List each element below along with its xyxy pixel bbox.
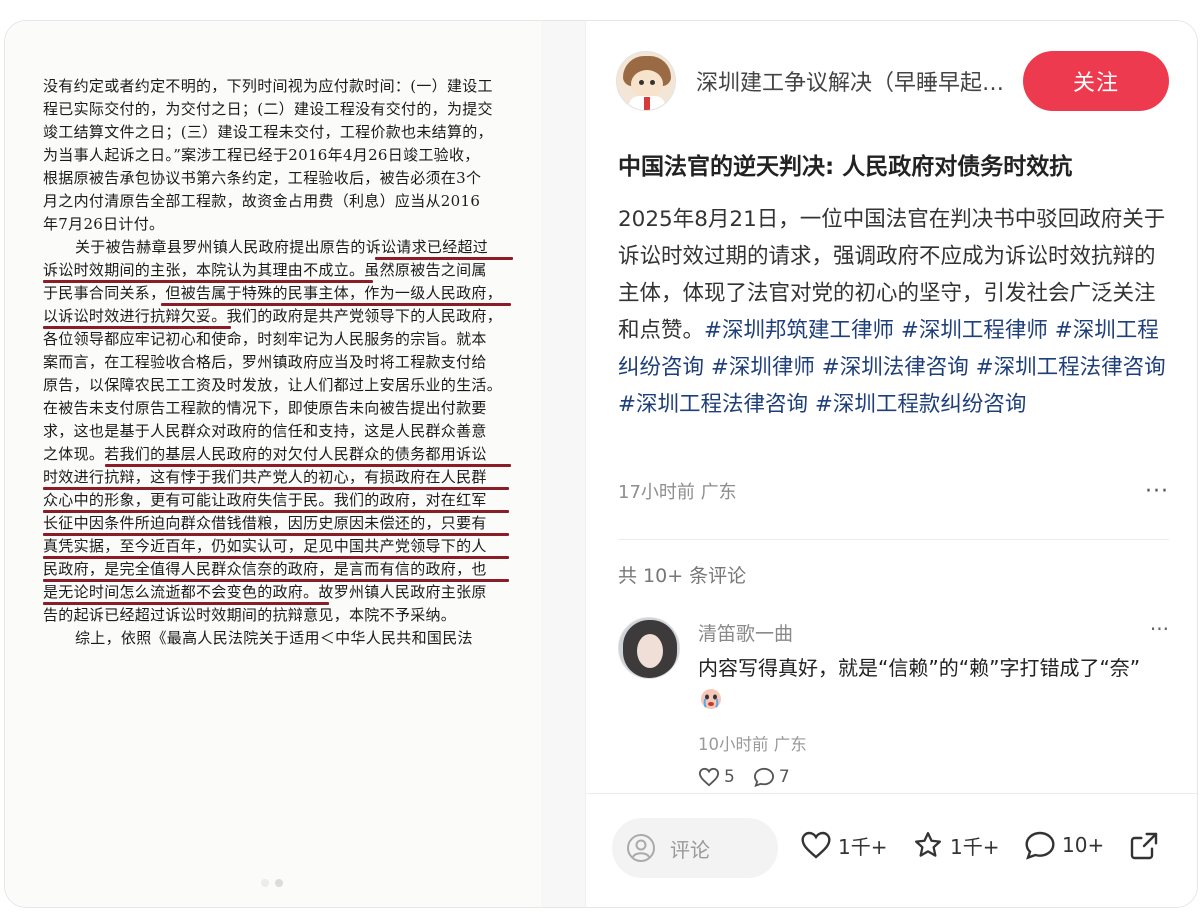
comments-button[interactable]: 10+ bbox=[1024, 830, 1104, 860]
bottom-action-bar: 评论 1千+ 1千+ 10+ bbox=[586, 793, 1197, 907]
document-line: 关于被告赫章县罗州镇人民政府提出原告的诉讼请求已经超过 bbox=[43, 238, 513, 261]
red-underline bbox=[43, 556, 509, 559]
star-icon bbox=[915, 832, 941, 857]
pager-dot bbox=[275, 879, 283, 887]
hashtag-link[interactable]: #深圳律师 bbox=[711, 355, 815, 380]
post-frame: 没有约定或者约定不明的，下列时间视为应付款时间：(一）建设工 程已实际交付的，为交… bbox=[4, 20, 1198, 908]
speech-bubble-icon bbox=[1025, 831, 1055, 860]
crying-emoji-icon bbox=[701, 689, 721, 709]
document-line: 程已实际交付的，为交付之日；(二）建设工程没有交付的，为提交 bbox=[43, 100, 493, 118]
document-line: 年7月26日计付。 bbox=[43, 215, 165, 233]
author-name[interactable]: 深圳建工争议解决（早睡早起版） bbox=[696, 65, 1006, 97]
document-line: 之体现。若我们的基层人民政府的对欠付人民群众的债务都用诉讼 bbox=[43, 445, 513, 468]
user-icon bbox=[627, 834, 655, 862]
document-line: 案而言，在工程验收合格后，罗州镇政府应当及时将工程款支付给 bbox=[43, 353, 487, 371]
document-line: 诉讼时效期间的主张，本院认为其理由不成立。虽然原被告之间属 bbox=[43, 261, 513, 284]
comments-count: 10+ bbox=[1062, 833, 1105, 857]
document-line: 以诉讼时效进行抗辩欠妥。我们的政府是共产党领导下的人民政府， bbox=[43, 307, 513, 330]
favorite-button[interactable]: 1千+ bbox=[912, 830, 999, 860]
document-image[interactable]: 没有约定或者约定不明的，下列时间视为应付款时间：(一）建设工 程已实际交付的，为交… bbox=[5, 21, 585, 907]
red-underline bbox=[43, 579, 509, 582]
hashtag-link[interactable]: #深圳工程款纠纷咨询 bbox=[815, 392, 1027, 417]
comment-input-placeholder: 评论 bbox=[670, 837, 710, 862]
document-line: 民政府，是完全值得人民群众信奈的政府，是言而有信的政府，也 bbox=[43, 560, 513, 583]
document-line: 时效进行抗辩，这有悖于我们共产党人的初心，有损政府在人民群 bbox=[43, 468, 513, 491]
post-body: 2025年8月21日，一位中国法官在判决书中驳回政府关于诉讼时效过期的请求，强调… bbox=[618, 201, 1174, 423]
document-line: 没有约定或者约定不明的，下列时间视为应付款时间：(一）建设工 bbox=[43, 77, 493, 95]
heart-icon bbox=[698, 767, 720, 787]
document-page: 没有约定或者约定不明的，下列时间视为应付款时间：(一）建设工 程已实际交付的，为交… bbox=[5, 21, 541, 907]
document-line: 告的起诉已经超过诉讼时效期间的抗辩意见，本院不予采纳。 bbox=[43, 606, 457, 624]
divider bbox=[618, 539, 1169, 540]
red-underline bbox=[43, 280, 373, 283]
share-button[interactable] bbox=[1128, 830, 1160, 862]
document-line: 长征中因条件所迫向群众借钱借粮，因历史原因未偿还的，只要有 bbox=[43, 514, 513, 537]
post-panel: 深圳建工争议解决（早睡早起版） 关注 中国法官的逆天判决: 人民政府对债务时效抗… bbox=[585, 21, 1197, 907]
document-text: 没有约定或者约定不明的，下列时间视为应付款时间：(一）建设工 程已实际交付的，为交… bbox=[43, 77, 513, 652]
document-line: 竣工结算文件之日；(三）建设工程未交付，工程价款也未结算的， bbox=[43, 123, 493, 141]
document-line: 是无论时间怎么流逝都不会变色的政府。故罗州镇人民政府主张原 bbox=[43, 583, 513, 606]
follow-button[interactable]: 关注 bbox=[1023, 51, 1169, 111]
document-line: 月之内付清原告全部工程款，故资金占用费（利息）应当从2016 bbox=[43, 192, 481, 210]
speech-bubble-icon bbox=[753, 767, 774, 787]
red-underline bbox=[105, 464, 511, 467]
more-options-icon[interactable]: ··· bbox=[1145, 479, 1169, 504]
hashtag-link[interactable]: #深圳工程法律咨询 bbox=[976, 355, 1166, 380]
document-line: 为当事人起诉之日。”案涉工程已经于2016年4月26日竣工验收， bbox=[43, 146, 480, 164]
image-pager-dots bbox=[261, 879, 283, 887]
comment-input[interactable]: 评论 bbox=[612, 818, 778, 878]
document-line: 求，这也是基于人民群众对政府的信任和支持，这是人民群众善意 bbox=[43, 422, 487, 440]
commenter-avatar[interactable] bbox=[618, 617, 680, 679]
document-line: 根据原被告承包协议书第六条约定，工程验收后，被告必须在3个 bbox=[43, 169, 482, 187]
red-underline bbox=[43, 326, 231, 329]
document-line: 在被告未支付原告工程款的情况下，即使原告未向被告提出付款要 bbox=[43, 399, 487, 417]
commenter-name[interactable]: 清笛歌一曲 bbox=[698, 619, 793, 646]
like-count: 1千+ bbox=[838, 834, 888, 859]
pager-dot-active bbox=[261, 879, 269, 887]
post-meta-row: 17小时前 广东 ··· bbox=[618, 477, 1169, 505]
document-line: 原告，以保障农民工工资及时发放，让人们都过上安居乐业的生活。 bbox=[43, 376, 503, 394]
comment-item: 清笛歌一曲 ··· 内容写得真好，就是“信赖”的“赖”字打错成了“奈” 10小时… bbox=[618, 617, 1169, 797]
comment-count: 共 10+ 条评论 bbox=[618, 565, 747, 587]
post-title: 中国法官的逆天判决: 人民政府对债务时效抗 bbox=[618, 154, 1073, 180]
author-avatar[interactable] bbox=[616, 51, 676, 111]
comment-reply-count: 7 bbox=[778, 767, 790, 787]
heart-icon bbox=[801, 831, 831, 859]
comment-more-icon[interactable]: ··· bbox=[1150, 617, 1169, 641]
hashtag-link[interactable]: #深圳邦筑建工律师 bbox=[704, 318, 894, 343]
hashtag-link[interactable]: #深圳法律咨询 bbox=[822, 355, 969, 380]
comment-text: 内容写得真好，就是“信赖”的“赖”字打错成了“奈” bbox=[698, 656, 1141, 680]
comment-actions: 5 7 bbox=[698, 767, 790, 787]
comment-reply-button[interactable]: 7 bbox=[753, 767, 790, 787]
comment-like-button[interactable]: 5 bbox=[698, 767, 735, 787]
share-icon bbox=[1130, 832, 1158, 860]
red-underline bbox=[43, 510, 509, 513]
red-underline bbox=[43, 602, 329, 605]
red-underline bbox=[43, 487, 509, 490]
like-button[interactable]: 1千+ bbox=[800, 830, 887, 860]
hashtag-link[interactable]: #深圳工程法律咨询 bbox=[618, 392, 808, 417]
document-line: 综上，依照《最高人民法院关于适用＜中华人民共和国民法 bbox=[75, 629, 473, 647]
hashtag-link[interactable]: #深圳工程律师 bbox=[901, 318, 1048, 343]
red-underline bbox=[375, 257, 513, 260]
comment-like-count: 5 bbox=[724, 767, 735, 787]
red-underline bbox=[161, 303, 511, 306]
favorite-count: 1千+ bbox=[950, 834, 1000, 859]
document-line: 各位领导都应牢记初心和使命，时刻牢记为人民服务的宗旨。就本 bbox=[43, 330, 487, 348]
author-header: 深圳建工争议解决（早睡早起版） 关注 bbox=[616, 49, 1169, 113]
post-meta: 17小时前 广东 bbox=[618, 482, 737, 503]
document-line: 众心中的形象，更有可能让政府失信于民。我们的政府，对在红军 bbox=[43, 491, 513, 514]
document-line: 于民事合同关系，但被告属于特殊的民事主体，作为一级人民政府， bbox=[43, 284, 513, 307]
document-line: 真凭实据，至今近百年，仍如实认可，足见中国共产党领导下的人 bbox=[43, 537, 513, 560]
red-underline bbox=[43, 533, 509, 536]
comment-meta: 10小时前 广东 bbox=[698, 735, 807, 754]
